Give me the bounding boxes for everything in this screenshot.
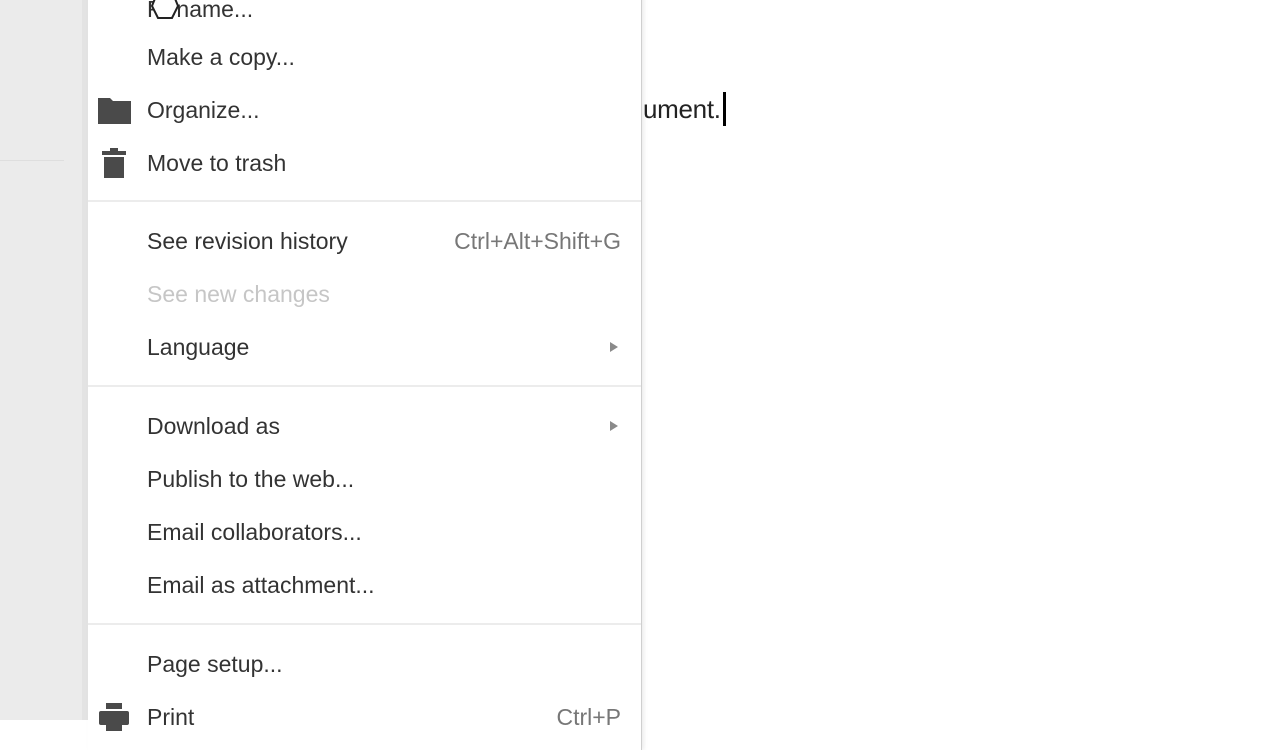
menu-item-language[interactable]: Language <box>88 325 641 369</box>
folder-icon <box>97 95 131 125</box>
trash-icon <box>97 148 131 178</box>
document-body[interactable]: ument. <box>643 92 726 126</box>
menu-item-label: Page setup... <box>147 650 283 677</box>
menu-item-move-to-trash[interactable]: Move to trash <box>88 141 641 185</box>
menu-item-shortcut: Ctrl+P <box>556 703 621 730</box>
menu-divider <box>88 385 641 387</box>
menu-divider <box>88 623 641 625</box>
print-icon <box>97 702 131 732</box>
menu-item-label: Organize... <box>147 96 260 123</box>
mouse-cursor-icon <box>150 0 180 20</box>
menu-item-organize[interactable]: Organize... <box>88 88 641 132</box>
menu-item-publish-to-the-web[interactable]: Publish to the web... <box>88 457 641 501</box>
side-divider <box>0 160 64 161</box>
menu-item-shortcut: Ctrl+Alt+Shift+G <box>454 227 621 254</box>
menu-item-email-as-attachment[interactable]: Email as attachment... <box>88 563 641 607</box>
menu-item-download-as[interactable]: Download as <box>88 404 641 448</box>
submenu-arrow-icon <box>610 342 618 352</box>
menu-item-label: Publish to the web... <box>147 465 355 492</box>
menu-item-page-setup[interactable]: Page setup... <box>88 642 641 686</box>
menu-item-see-revision-history[interactable]: See revision history Ctrl+Alt+Shift+G <box>88 219 641 263</box>
text-caret <box>722 92 726 126</box>
submenu-arrow-icon <box>610 421 618 431</box>
menu-item-label: Make a copy... <box>147 43 295 70</box>
menu-item-label: Move to trash <box>147 149 287 176</box>
menu-item-print[interactable]: Print Ctrl+P <box>88 695 641 739</box>
menu-item-label: Language <box>147 333 250 360</box>
menu-divider <box>88 200 641 202</box>
menu-item-label: See revision history <box>147 227 348 254</box>
menu-item-email-collaborators[interactable]: Email collaborators... <box>88 510 641 554</box>
file-menu: Rename... Make a copy... Organize... Mov… <box>88 0 642 750</box>
side-background <box>0 0 88 720</box>
menu-item-make-a-copy[interactable]: Make a copy... <box>88 35 641 79</box>
menu-item-label: Email collaborators... <box>147 518 362 545</box>
menu-item-label: Download as <box>147 412 280 439</box>
document-text: ument. <box>643 93 721 124</box>
menu-item-label: Print <box>147 703 195 730</box>
menu-item-label: See new changes <box>147 280 330 307</box>
menu-item-label: Email as attachment... <box>147 571 375 598</box>
menu-item-see-new-changes: See new changes <box>88 272 641 316</box>
